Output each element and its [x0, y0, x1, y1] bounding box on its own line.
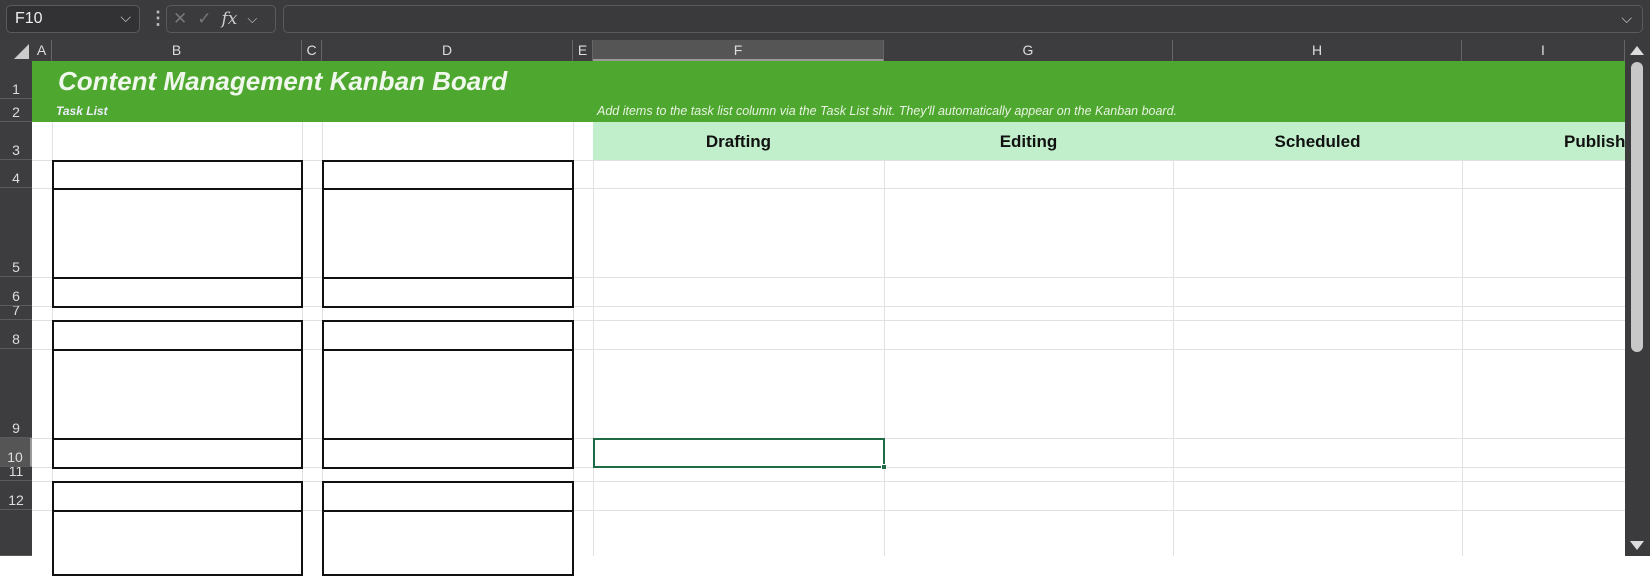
task-card-cell[interactable]: [52, 188, 303, 279]
stage-editing: Editing: [999, 132, 1058, 151]
task-card-cell[interactable]: [52, 349, 303, 440]
enter-icon[interactable]: ✓: [197, 9, 211, 29]
row-header-13[interactable]: [0, 510, 32, 556]
fill-handle[interactable]: [881, 464, 887, 470]
vertical-scrollbar[interactable]: [1625, 40, 1650, 556]
task-card-cell[interactable]: [322, 188, 574, 279]
kanban-stage-header: Drafting Editing Scheduled Publish: [593, 122, 1625, 160]
task-card-cell[interactable]: [322, 481, 574, 512]
selected-cell-F10[interactable]: [593, 438, 885, 468]
column-header-A[interactable]: A: [32, 40, 52, 61]
chevron-down-icon[interactable]: ⌵: [120, 9, 131, 26]
row-header-4[interactable]: 4: [0, 160, 32, 188]
column-header-H[interactable]: H: [1173, 40, 1462, 61]
name-box-value: F10: [15, 10, 43, 27]
task-card-cell[interactable]: [322, 510, 574, 576]
cancel-icon[interactable]: ✕: [173, 9, 187, 29]
stage-drafting: Drafting: [705, 132, 772, 151]
task-list-label: Task List: [56, 104, 108, 118]
sheet-title: Content Management Kanban Board: [58, 66, 508, 96]
task-card-cell[interactable]: [52, 320, 303, 351]
row-headers: 1 2 3 4 5 6 7 8 9 10 11 12: [0, 61, 32, 556]
task-card-cell[interactable]: [52, 510, 303, 576]
task-card-cell[interactable]: [322, 320, 574, 351]
row-header-9[interactable]: 9: [0, 349, 32, 438]
task-card-cell[interactable]: [322, 349, 574, 440]
task-card-cell[interactable]: [52, 160, 303, 190]
more-options-icon[interactable]: ⋮: [149, 8, 167, 29]
stage-scheduled: Scheduled: [1274, 132, 1361, 151]
column-header-I[interactable]: I: [1462, 40, 1625, 61]
instruction-text: Add items to the task list column via th…: [597, 104, 1178, 118]
row-header-8[interactable]: 8: [0, 320, 32, 349]
row-header-1[interactable]: 1: [0, 61, 32, 99]
column-headers: ABCDEFGHI: [0, 40, 1650, 61]
row-header-11[interactable]: 11: [0, 467, 32, 481]
insert-function-icon[interactable]: fx: [222, 9, 238, 29]
task-card-cell[interactable]: [52, 481, 303, 512]
stage-publish: Publish: [1564, 132, 1625, 151]
row-header-12[interactable]: 12: [0, 481, 32, 510]
select-all-button[interactable]: [14, 44, 29, 59]
task-card-cell[interactable]: [322, 277, 574, 308]
column-header-D[interactable]: D: [322, 40, 573, 61]
column-header-B[interactable]: B: [52, 40, 302, 61]
expand-formula-bar-icon[interactable]: ⌵: [1621, 10, 1632, 27]
row-header-5[interactable]: 5: [0, 188, 32, 277]
row-header-3[interactable]: 3: [0, 122, 32, 160]
task-card-cell[interactable]: [322, 438, 574, 469]
row-header-6[interactable]: 6: [0, 277, 32, 306]
column-header-E[interactable]: E: [573, 40, 593, 61]
task-card-cell[interactable]: [52, 438, 303, 469]
scrollbar-thumb[interactable]: [1631, 62, 1643, 352]
column-header-F[interactable]: F: [593, 40, 884, 61]
task-card-cell[interactable]: [322, 160, 574, 190]
row-header-7[interactable]: 7: [0, 306, 32, 320]
scroll-up-icon[interactable]: [1630, 46, 1644, 55]
column-header-C[interactable]: C: [302, 40, 322, 61]
column-header-G[interactable]: G: [884, 40, 1173, 61]
task-card-cell[interactable]: [52, 277, 303, 308]
scroll-down-icon[interactable]: [1630, 541, 1644, 550]
name-box[interactable]: F10 ⌵: [6, 5, 140, 33]
chevron-down-icon[interactable]: ⌵: [247, 11, 257, 27]
formula-buttons: ✕ ✓ fx ⌵: [166, 5, 276, 33]
formula-input[interactable]: ⌵: [283, 5, 1643, 33]
row-header-10[interactable]: 10: [0, 438, 32, 467]
formula-toolbar: F10 ⌵ ⋮ ✕ ✓ fx ⌵ ⌵: [0, 0, 1650, 40]
row-header-2[interactable]: 2: [0, 99, 32, 122]
